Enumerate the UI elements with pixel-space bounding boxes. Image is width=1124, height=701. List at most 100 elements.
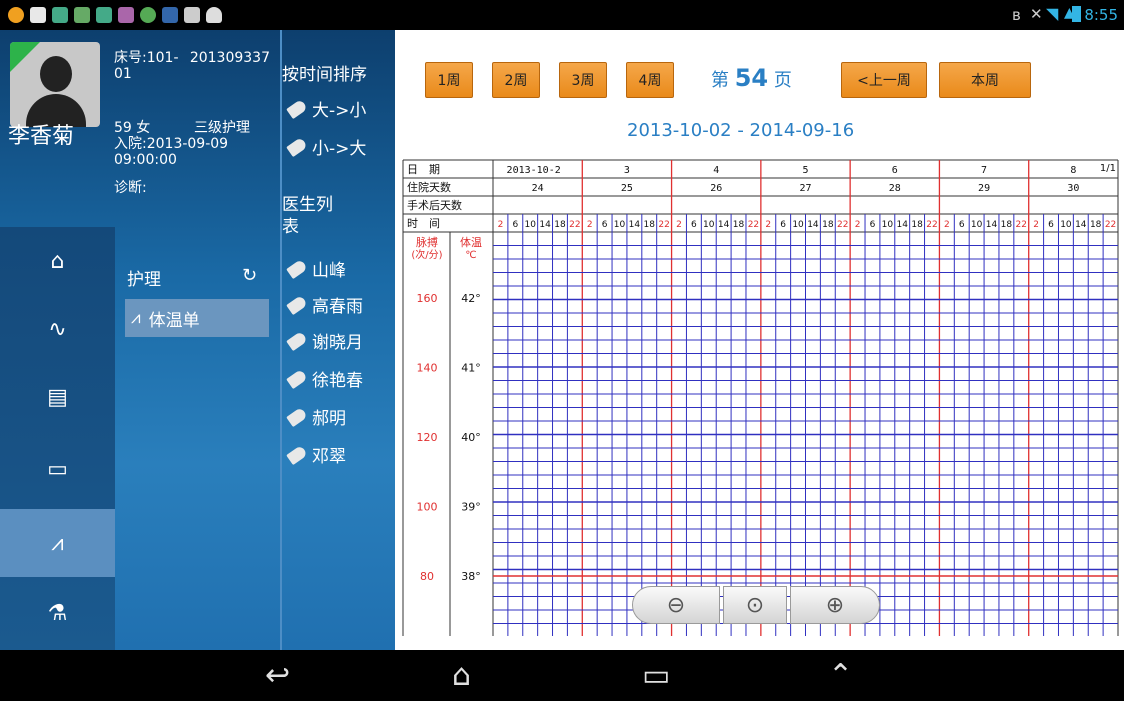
temp-axis-label: 体温 <box>460 235 482 249</box>
system-nav-bar: ↩ ⌂ ▭ ⌃ <box>0 650 1124 701</box>
home-icon: ⌂ <box>50 248 65 274</box>
section-title: 护理 <box>127 270 161 290</box>
time-slot-label: 22 <box>926 220 937 230</box>
zoom-controls: ⊖ ⊙ ⊕ <box>632 586 882 626</box>
doctor-item[interactable]: 邓翠 <box>286 442 346 467</box>
avatar <box>10 42 100 127</box>
zoom-in-button[interactable]: ⊕ <box>790 586 880 624</box>
this-week-button[interactable]: 本周 <box>939 62 1031 98</box>
doctor-item[interactable]: 谢晓月 <box>286 328 363 353</box>
app-icon <box>140 7 156 23</box>
doctor-item[interactable]: 高春雨 <box>286 292 363 317</box>
time-slot-label: 2 <box>587 220 593 230</box>
time-slot-label: 10 <box>792 220 804 230</box>
time-slot-label: 22 <box>569 220 580 230</box>
hospital-day-label: 29 <box>978 183 990 194</box>
app-icon <box>162 7 178 23</box>
line-chart-icon: ⩘ <box>51 530 64 556</box>
patient-id: 201309337 <box>189 50 270 66</box>
week-2-button[interactable]: 2周 <box>492 62 540 98</box>
zoom-fit-button[interactable]: ⊙ <box>723 586 787 624</box>
time-slot-label: 18 <box>822 220 834 230</box>
wifi-icon: ◥ <box>1046 4 1059 23</box>
doctor-item[interactable]: 郝明 <box>286 404 346 429</box>
temp-tick: 42° <box>461 292 481 305</box>
admission-date: 入院:2013-09-09 09:00:00 <box>114 136 229 168</box>
time-slot-label: 10 <box>524 220 536 230</box>
time-slot-label: 22 <box>1105 220 1116 230</box>
time-slot-label: 22 <box>837 220 848 230</box>
home-icon[interactable]: ⌂ <box>452 658 471 693</box>
pulse-tick: 100 <box>417 501 438 514</box>
pulse-tick: 140 <box>417 362 438 375</box>
time-slot-label: 14 <box>807 220 819 230</box>
calendar-icon <box>74 7 90 23</box>
time-slot-label: 2 <box>944 220 950 230</box>
time-slot-label: 22 <box>658 220 669 230</box>
tag-icon <box>286 330 308 351</box>
time-slot-label: 18 <box>644 220 656 230</box>
bluetooth-icon: ʙ <box>1012 6 1021 24</box>
prev-week-button[interactable]: <上一周 <box>841 62 927 98</box>
time-slot-label: 14 <box>718 220 730 230</box>
time-slot-label: 2 <box>1033 220 1039 230</box>
week-4-button[interactable]: 4周 <box>626 62 674 98</box>
menu-up-icon[interactable]: ⌃ <box>828 658 853 693</box>
tag-icon <box>286 136 308 157</box>
time-slot-label: 14 <box>629 220 641 230</box>
row-label: 日 期 <box>407 163 440 176</box>
sort-asc-option[interactable]: 小->大 <box>286 134 366 159</box>
patient-name: 李香菊 <box>8 124 75 149</box>
menu-item-label: 体温单 <box>148 310 200 331</box>
chart-nav-button[interactable]: ⩘ <box>0 509 115 577</box>
clipboard-nav-button[interactable]: ▤ <box>0 363 115 431</box>
battery-icon <box>1072 6 1081 22</box>
inbox-nav-button[interactable]: ▭ <box>0 435 115 503</box>
hospital-day-label: 30 <box>1067 183 1079 194</box>
date-range: 2013-10-02 - 2014-09-16 <box>627 120 855 141</box>
sort-desc-option[interactable]: 大->小 <box>286 96 366 121</box>
time-slot-label: 18 <box>1001 220 1013 230</box>
hospital-day-label: 27 <box>799 183 811 194</box>
tag-icon <box>286 98 308 119</box>
recent-apps-icon[interactable]: ▭ <box>642 658 670 693</box>
vitals-nav-button[interactable]: ∿ <box>0 295 115 363</box>
time-slot-label: 22 <box>1016 220 1027 230</box>
temp-tick: 38° <box>461 570 481 583</box>
pulse-tick: 160 <box>417 292 438 305</box>
home-nav-button[interactable]: ⌂ <box>0 227 115 295</box>
zoom-fit-icon: ⊙ <box>745 592 765 618</box>
time-slot-label: 14 <box>539 220 551 230</box>
time-slot-label: 18 <box>1090 220 1102 230</box>
care-level: 三级护理 <box>194 120 250 136</box>
app-icon <box>184 7 200 23</box>
doctor-item[interactable]: 徐艳春 <box>286 366 363 391</box>
hospital-day-label: 26 <box>710 183 722 194</box>
line-chart-icon: ⩘ <box>131 308 141 328</box>
zoom-out-button[interactable]: ⊖ <box>632 586 720 624</box>
age-sex: 59 女 <box>114 120 151 136</box>
app-icon <box>96 7 112 23</box>
time-slot-label: 10 <box>1060 220 1072 230</box>
time-slot-label: 6 <box>870 220 876 230</box>
tray-icon: ▭ <box>47 456 68 482</box>
time-slot-label: 2 <box>765 220 771 230</box>
refresh-icon[interactable]: ↻ <box>242 265 257 286</box>
lab-nav-button[interactable]: ⚗ <box>0 579 115 647</box>
doctor-item[interactable]: 山峰 <box>286 256 346 281</box>
week-3-button[interactable]: 3周 <box>559 62 607 98</box>
patient-card[interactable]: 李香菊 床号:101-01 201309337 59 女 三级护理 入院:201… <box>0 30 280 230</box>
date-label: 5 <box>802 165 808 176</box>
temp-axis-unit: ℃ <box>465 250 476 261</box>
tag-icon <box>286 368 308 389</box>
time-slot-label: 14 <box>896 220 908 230</box>
back-icon[interactable]: ↩ <box>265 658 290 693</box>
temperature-chart-menu-item[interactable]: ⩘ 体温单 <box>125 299 269 337</box>
tag-icon <box>286 406 308 427</box>
time-slot-label: 2 <box>498 220 504 230</box>
diagnosis: 诊断: <box>114 180 147 196</box>
time-slot-label: 10 <box>971 220 983 230</box>
chart-svg: 日 期住院天数手术后天数时 间1/12013-10-2242 6 10 14 18 223… <box>402 159 1119 636</box>
temperature-chart: 日 期住院天数 手术后天数时 间 1/1 2013-10-2 24 2 6 10 14 18 22 3… <box>395 158 1124 638</box>
week-1-button[interactable]: 1周 <box>425 62 473 98</box>
